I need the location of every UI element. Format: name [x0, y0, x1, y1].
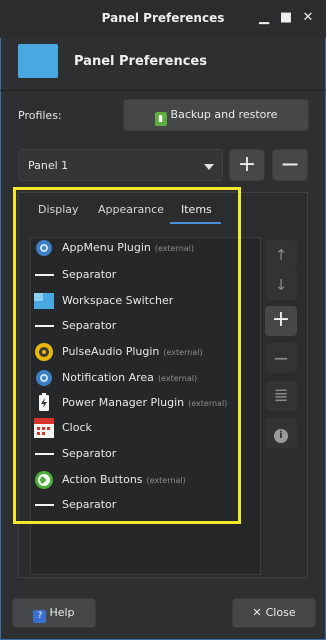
remove-panel-button[interactable]: −	[272, 149, 308, 181]
add-item-button[interactable]: +	[265, 306, 297, 336]
backup-restore-label: Backup and restore	[170, 108, 278, 121]
add-panel-button[interactable]: +	[229, 149, 265, 181]
backup-icon: ▮	[154, 112, 167, 126]
info-button[interactable]: i	[265, 418, 297, 448]
help-icon: ?	[33, 610, 47, 623]
help-label: Help	[49, 606, 75, 619]
panel-select-value: Panel 1	[28, 159, 69, 172]
backup-restore-button[interactable]: ▮ Backup and restore	[123, 99, 309, 131]
header-title: Panel Preferences	[74, 54, 207, 69]
move-up-button[interactable]: ↑	[265, 240, 297, 270]
panel-icon	[18, 44, 58, 78]
title-bar[interactable]: Panel Preferences ▁ ■ ✕	[0, 0, 326, 38]
panel-select[interactable]: Panel 1	[18, 149, 223, 181]
close-label: Close	[265, 606, 296, 619]
info-icon: i	[274, 429, 288, 443]
profiles-label: Profiles:	[18, 109, 62, 122]
remove-item-button[interactable]: −	[265, 343, 297, 373]
close-button[interactable]: ✕ Close	[232, 598, 316, 628]
help-button[interactable]: ? Help	[12, 598, 96, 628]
close-icon: ✕	[252, 606, 262, 619]
move-down-button[interactable]: ↓	[265, 270, 297, 300]
maximize-button[interactable]: ■	[278, 10, 294, 26]
minimize-button[interactable]: ▁	[256, 10, 272, 26]
item-list-button[interactable]: ≣	[265, 381, 297, 411]
highlight-box	[13, 187, 241, 524]
header-divider	[0, 90, 326, 91]
chevron-down-icon	[204, 164, 214, 170]
close-window-button[interactable]: ✕	[300, 10, 316, 26]
